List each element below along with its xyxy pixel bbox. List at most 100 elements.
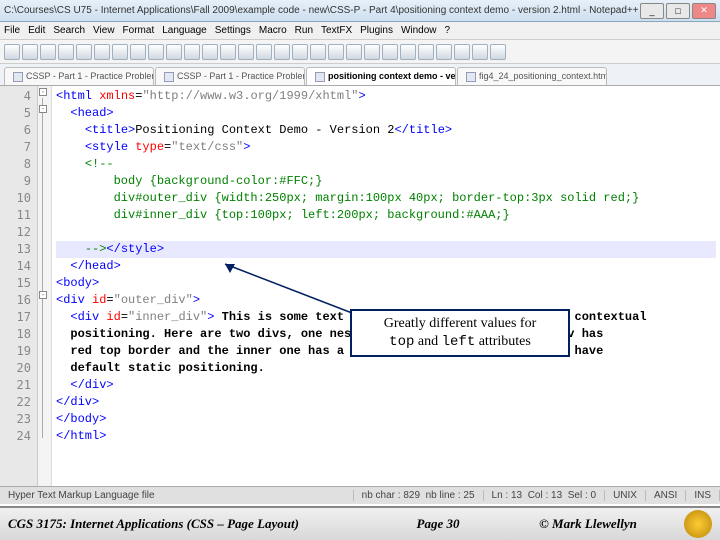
toolbar-icon[interactable] — [274, 44, 290, 60]
close-button[interactable]: ✕ — [692, 3, 716, 19]
window-controls: _ □ ✕ — [640, 3, 716, 19]
annotation-callout: Greatly different values for top and lef… — [350, 309, 570, 357]
maximize-button[interactable]: □ — [666, 3, 690, 19]
menu-item[interactable]: Edit — [28, 25, 45, 36]
menu-item[interactable]: Run — [295, 25, 313, 36]
toolbar-icon[interactable] — [22, 44, 38, 60]
minimize-button[interactable]: _ — [640, 3, 664, 19]
toolbar-icon[interactable] — [202, 44, 218, 60]
toolbar-icon[interactable] — [472, 44, 488, 60]
code-line[interactable]: div#outer_div {width:250px; margin:100px… — [56, 190, 716, 207]
line-number: 20 — [0, 360, 31, 377]
menu-item[interactable]: View — [93, 25, 115, 36]
toolbar-icon[interactable] — [328, 44, 344, 60]
toolbar-icon[interactable] — [292, 44, 308, 60]
line-number: 19 — [0, 343, 31, 360]
window-title: C:\Courses\CS U75 - Internet Application… — [4, 5, 640, 16]
file-icon — [466, 72, 476, 82]
toolbar-icon[interactable] — [454, 44, 470, 60]
menu-item[interactable]: ? — [445, 25, 451, 36]
toolbar-icon[interactable] — [436, 44, 452, 60]
toolbar-icon[interactable] — [418, 44, 434, 60]
toolbar-icon[interactable] — [382, 44, 398, 60]
menu-item[interactable]: Macro — [259, 25, 287, 36]
code-line[interactable]: </html> — [56, 428, 716, 445]
toolbar-icon[interactable] — [76, 44, 92, 60]
status-encoding: UNIX — [605, 490, 646, 501]
fold-toggle-icon[interactable]: - — [39, 105, 47, 113]
file-tab[interactable]: CSSP - Part 1 - Practice Problem 1.html — [4, 67, 154, 85]
code-line[interactable]: <head> — [56, 105, 716, 122]
fold-toggle-icon[interactable]: - — [39, 291, 47, 299]
code-line[interactable]: default static positioning. — [56, 360, 716, 377]
toolbar-icon[interactable] — [184, 44, 200, 60]
menu-item[interactable]: TextFX — [321, 25, 352, 36]
fold-toggle-icon[interactable]: - — [39, 88, 47, 96]
window-titlebar: C:\Courses\CS U75 - Internet Application… — [0, 0, 720, 22]
toolbar-icon[interactable] — [112, 44, 128, 60]
status-nbchar: nb char : 829 nb line : 25 — [354, 490, 484, 501]
menu-item[interactable]: Plugins — [360, 25, 393, 36]
line-number: 11 — [0, 207, 31, 224]
file-tab[interactable]: positioning context demo - version 2.htm… — [306, 67, 456, 85]
code-line[interactable]: </div> — [56, 377, 716, 394]
ucf-logo-icon — [684, 510, 712, 538]
line-number: 4 — [0, 88, 31, 105]
toolbar-icon[interactable] — [4, 44, 20, 60]
menu-item[interactable]: Search — [53, 25, 85, 36]
toolbar-icon[interactable] — [364, 44, 380, 60]
annotation-code: top — [389, 334, 414, 350]
slide-footer: CGS 3175: Internet Applications (CSS – P… — [0, 506, 720, 540]
toolbar-icon[interactable] — [310, 44, 326, 60]
file-icon — [315, 72, 325, 82]
file-icon — [13, 72, 23, 82]
line-number: 9 — [0, 173, 31, 190]
code-line[interactable]: </head> — [56, 258, 716, 275]
menu-bar: File Edit Search View Format Language Settings… — [0, 22, 720, 40]
code-line[interactable]: <div id="outer_div"> — [56, 292, 716, 309]
code-line[interactable]: </div> — [56, 394, 716, 411]
toolbar-icon[interactable] — [148, 44, 164, 60]
toolbar-icon[interactable] — [490, 44, 506, 60]
toolbar-icon[interactable] — [238, 44, 254, 60]
menu-item[interactable]: Language — [162, 25, 207, 36]
toolbar-icon[interactable] — [346, 44, 362, 60]
file-tab[interactable]: fig4_24_positioning_context.htm — [457, 67, 607, 85]
footer-course: CGS 3175: Internet Applications (CSS – P… — [8, 516, 378, 532]
status-filetype: Hyper Text Markup Language file — [0, 490, 354, 501]
toolbar-icon[interactable] — [256, 44, 272, 60]
file-tab[interactable]: CSSP - Part 1 - Practice Problem 2.html — [155, 67, 305, 85]
menu-item[interactable]: Format — [123, 25, 155, 36]
annotation-code: left — [442, 334, 476, 350]
line-number: 22 — [0, 394, 31, 411]
code-line[interactable]: <style type="text/css"> — [56, 139, 716, 156]
line-number: 24 — [0, 428, 31, 445]
code-line[interactable]: <body> — [56, 275, 716, 292]
toolbar-icon[interactable] — [58, 44, 74, 60]
code-line[interactable]: div#inner_div {top:100px; left:200px; ba… — [56, 207, 716, 224]
code-line[interactable]: </body> — [56, 411, 716, 428]
fold-margin: - - - — [38, 86, 52, 486]
menu-item[interactable]: Window — [401, 25, 437, 36]
menu-item[interactable]: File — [4, 25, 20, 36]
annotation-text: Greatly different values for — [384, 316, 537, 331]
line-number: 10 — [0, 190, 31, 207]
toolbar-icon[interactable] — [220, 44, 236, 60]
menu-item[interactable]: Settings — [215, 25, 251, 36]
code-line[interactable] — [56, 224, 716, 241]
toolbar-icon[interactable] — [400, 44, 416, 60]
tab-bar: CSSP - Part 1 - Practice Problem 1.htmlC… — [0, 64, 720, 86]
annotation-text: attributes — [475, 334, 531, 349]
toolbar-icon[interactable] — [40, 44, 56, 60]
line-number: 23 — [0, 411, 31, 428]
file-icon — [164, 72, 174, 82]
toolbar-icon[interactable] — [130, 44, 146, 60]
code-area[interactable]: <html xmlns="http://www.w3.org/1999/xhtm… — [52, 86, 720, 486]
code-line[interactable]: --></style> — [56, 241, 716, 258]
toolbar-icon[interactable] — [94, 44, 110, 60]
toolbar-icon[interactable] — [166, 44, 182, 60]
code-line[interactable]: <!-- — [56, 156, 716, 173]
code-line[interactable]: <html xmlns="http://www.w3.org/1999/xhtm… — [56, 88, 716, 105]
code-line[interactable]: <title>Positioning Context Demo - Versio… — [56, 122, 716, 139]
code-line[interactable]: body {background-color:#FFC;} — [56, 173, 716, 190]
